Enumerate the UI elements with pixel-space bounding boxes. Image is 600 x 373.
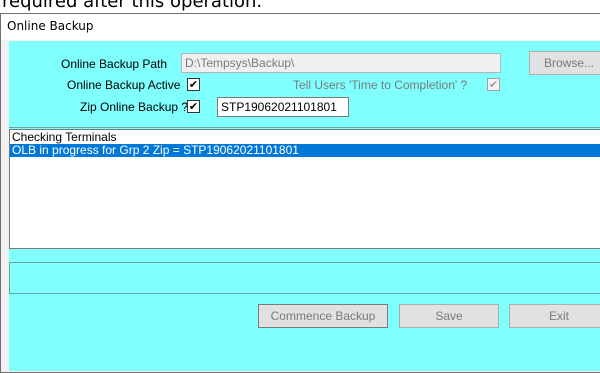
zip-backup-checkbox[interactable]: ✔ — [187, 100, 200, 113]
background-text: required after this operation. — [2, 0, 263, 12]
commence-backup-button[interactable]: Commence Backup — [258, 304, 388, 328]
window-title: Online Backup — [7, 19, 94, 33]
backup-path-label: Online Backup Path — [61, 57, 168, 71]
title-bar[interactable]: Online Backup — [1, 14, 600, 40]
status-log-list[interactable]: Checking Terminals OLB in progress for G… — [9, 129, 600, 249]
tell-users-checkbox[interactable]: ✔ — [487, 78, 500, 91]
log-line-1[interactable]: OLB in progress for Grp 2 Zip = STP19062… — [10, 144, 600, 157]
browse-button[interactable]: Browse... — [529, 51, 600, 75]
zip-filename-field[interactable]: STP19062021101801 — [217, 97, 349, 117]
online-backup-window: Online Backup Online Backup Path D:\Temp… — [0, 13, 600, 373]
progress-status-area — [9, 262, 600, 294]
backup-active-checkbox[interactable]: ✔ — [187, 78, 200, 91]
save-button[interactable]: Save — [399, 304, 499, 328]
exit-button[interactable]: Exit — [509, 304, 600, 328]
zip-backup-label: Zip Online Backup ? — [80, 100, 189, 114]
backup-active-label: Online Backup Active — [67, 78, 181, 92]
backup-path-field[interactable]: D:\Tempsys\Backup\ — [181, 53, 501, 73]
tell-users-label: Tell Users 'Time to Completion' ? — [293, 78, 468, 92]
